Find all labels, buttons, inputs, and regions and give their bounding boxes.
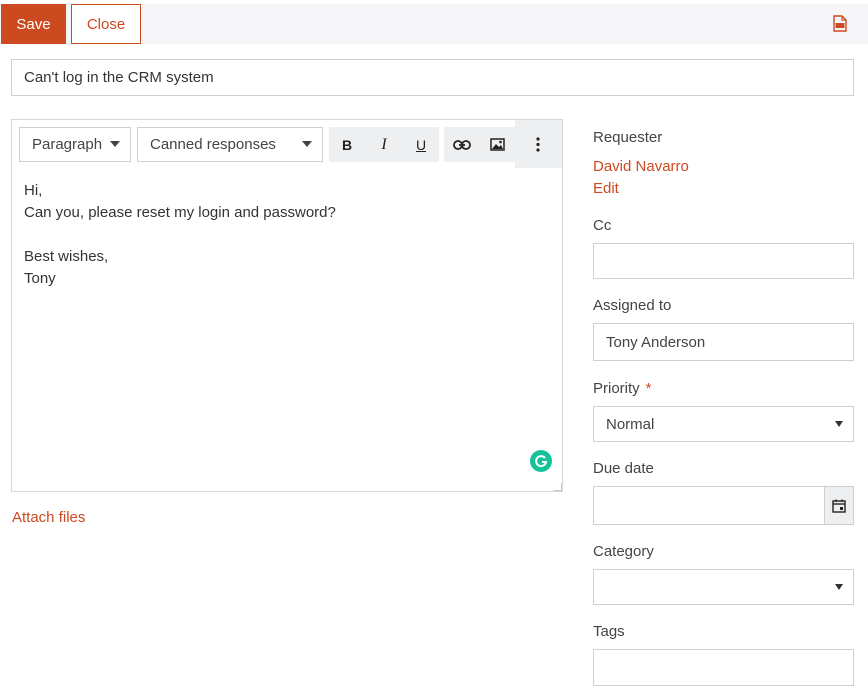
link-icon[interactable]	[444, 127, 480, 162]
editor-line: Hi,	[24, 182, 43, 199]
underline-button[interactable]: U	[403, 127, 439, 162]
due-date-input[interactable]	[593, 486, 854, 525]
insert-group	[444, 127, 515, 162]
assigned-to-input[interactable]: Tony Anderson	[593, 323, 854, 361]
due-date-label: Due date	[593, 460, 654, 477]
priority-select[interactable]: Normal	[593, 406, 854, 442]
cc-input[interactable]	[593, 243, 854, 279]
requester-name-link[interactable]: David Navarro	[593, 158, 689, 175]
editor-content[interactable]: Hi, Can you, please reset my login and p…	[24, 180, 544, 290]
cc-label: Cc	[593, 217, 612, 234]
assigned-to-value: Tony Anderson	[606, 333, 706, 351]
chevron-down-icon	[835, 584, 843, 590]
calendar-icon[interactable]	[824, 487, 853, 524]
priority-label: Priority *	[593, 380, 652, 397]
format-group: B I U	[329, 127, 439, 162]
editor-line: Can you, please reset my login and passw…	[24, 204, 336, 221]
chevron-down-icon	[302, 141, 312, 147]
chevron-down-icon	[110, 141, 120, 147]
tags-input[interactable]	[593, 649, 854, 686]
grammarly-icon[interactable]	[530, 450, 552, 472]
paragraph-select[interactable]: Paragraph	[19, 127, 131, 162]
close-button[interactable]: Close	[71, 4, 141, 44]
bold-button[interactable]: B	[329, 127, 365, 162]
required-marker: *	[645, 380, 652, 397]
category-select[interactable]	[593, 569, 854, 605]
resize-handle[interactable]	[554, 483, 562, 491]
editor-line: Tony	[24, 270, 56, 287]
canned-responses-select[interactable]: Canned responses	[137, 127, 323, 162]
image-icon[interactable]	[479, 127, 515, 162]
more-options-button[interactable]	[515, 120, 562, 168]
tags-label: Tags	[593, 623, 625, 640]
category-label: Category	[593, 543, 654, 560]
subject-input[interactable]	[11, 59, 854, 96]
more-vertical-icon	[536, 137, 540, 152]
save-button[interactable]: Save	[1, 4, 66, 44]
pdf-icon[interactable]	[832, 15, 848, 32]
italic-button[interactable]: I	[366, 127, 402, 162]
editor-toolbar: Paragraph Canned responses B I U	[12, 120, 562, 168]
requester-label: Requester	[593, 129, 663, 146]
requester-edit-link[interactable]: Edit	[593, 180, 619, 197]
priority-label-text: Priority	[593, 380, 640, 397]
message-editor[interactable]: Paragraph Canned responses B I U Hi, Can…	[11, 119, 563, 492]
paragraph-select-label: Paragraph	[32, 136, 103, 153]
priority-value: Normal	[606, 415, 655, 433]
canned-responses-label: Canned responses	[150, 136, 276, 153]
attach-files-link[interactable]: Attach files	[12, 509, 85, 526]
editor-line: Best wishes,	[24, 248, 109, 265]
assigned-to-label: Assigned to	[593, 297, 672, 314]
chevron-down-icon	[835, 421, 843, 427]
